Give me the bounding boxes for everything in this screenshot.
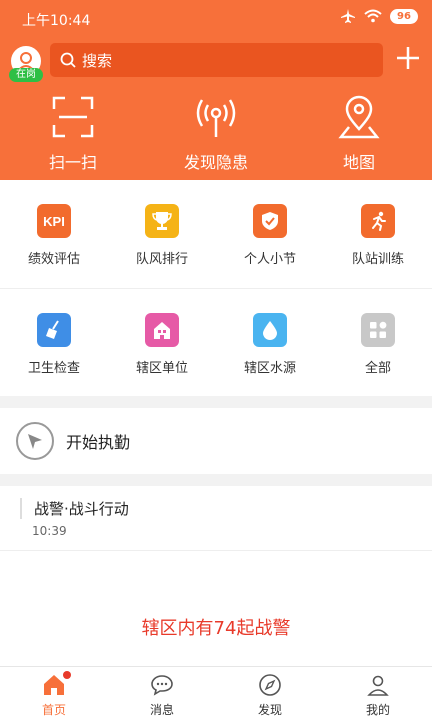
scan-label: 扫一扫 [48, 153, 97, 172]
alert-count-text[interactable]: 辖区内有74起战警 [0, 614, 432, 640]
feed-item-title[interactable]: 战警·战斗行动 [20, 498, 129, 519]
grid-item-label: 队风排行 [135, 252, 188, 267]
search-bar[interactable]: 搜索 [50, 43, 383, 77]
person-icon [367, 675, 389, 696]
grid-item-label: 辖区水源 [243, 361, 296, 376]
report-hazard-button[interactable]: 发现隐患 [151, 95, 281, 173]
grid-item-label: 卫生检查 [27, 361, 80, 376]
profile-avatar[interactable]: 在岗 [9, 46, 43, 86]
grid-item-label: 辖区单位 [135, 361, 188, 376]
scan-icon [52, 96, 94, 138]
badge-icon [253, 204, 287, 238]
kpi-icon: KPI [37, 204, 71, 238]
tab-label: 我的 [365, 703, 390, 717]
grid-item-label: 个人小节 [243, 252, 296, 267]
wifi-icon [364, 9, 382, 23]
alert-feed: 战警·战斗行动 10:39 辖区内有74起战警 [0, 486, 432, 666]
start-duty-button[interactable]: 开始执勤 [0, 408, 432, 474]
kpi-icon-text: KPI [43, 213, 65, 229]
grid-item-hygiene-check[interactable]: 卫生检查 [0, 289, 108, 397]
broom-icon [37, 313, 71, 347]
running-icon [361, 204, 395, 238]
divider [0, 550, 432, 551]
water-drop-icon [253, 313, 287, 347]
report-hazard-label: 发现隐患 [183, 153, 248, 172]
grid-item-label: 绩效评估 [27, 252, 80, 267]
search-icon [60, 52, 76, 68]
duty-status-badge: 在岗 [9, 68, 43, 82]
grid-item-all[interactable]: 全部 [324, 289, 432, 397]
apps-icon [361, 313, 395, 347]
grid-item-water-sources[interactable]: 辖区水源 [216, 289, 324, 397]
tab-discover[interactable]: 发现 [216, 667, 324, 720]
start-duty-label: 开始执勤 [66, 433, 131, 452]
signal-tower-icon [196, 99, 236, 137]
grid-item-personal-summary[interactable]: 个人小节 [216, 180, 324, 288]
feature-grid: KPI 绩效评估 队风排行 个人小节 队站训练 卫生检查 辖区单位 辖区水源 全… [0, 180, 432, 396]
trophy-icon [145, 204, 179, 238]
tab-label: 首页 [41, 703, 66, 717]
tab-home[interactable]: 首页 [0, 667, 108, 720]
scan-button[interactable]: 扫一扫 [8, 95, 138, 173]
notification-dot [63, 671, 71, 679]
grid-item-label: 队站训练 [351, 252, 404, 267]
grid-item-jurisdiction-units[interactable]: 辖区单位 [108, 289, 216, 397]
airplane-icon [341, 9, 355, 23]
tab-label: 发现 [257, 703, 282, 717]
feed-item-time: 10:39 [32, 524, 67, 538]
status-icons: 96 [340, 8, 418, 24]
status-bar: 上午10:44 96 [0, 0, 432, 36]
tab-label: 消息 [149, 703, 174, 717]
map-label: 地图 [342, 153, 375, 172]
tab-profile[interactable]: 我的 [324, 667, 432, 720]
grid-item-label: 全部 [364, 361, 391, 376]
status-time: 上午10:44 [22, 13, 91, 29]
navigation-arrow-icon [16, 422, 54, 460]
map-pin-icon [338, 95, 380, 139]
tab-messages[interactable]: 消息 [108, 667, 216, 720]
grid-item-station-training[interactable]: 队站训练 [324, 180, 432, 288]
feature-grid-row: KPI 绩效评估 队风排行 个人小节 队站训练 [0, 180, 432, 288]
chat-bubble-icon [151, 675, 173, 696]
header-area: 上午10:44 96 在岗 搜索 扫一扫 发现隐患 地图 [0, 0, 432, 180]
map-button[interactable]: 地图 [294, 95, 424, 173]
compass-icon [259, 674, 281, 696]
grid-item-team-ranking[interactable]: 队风排行 [108, 180, 216, 288]
feature-grid-row: 卫生检查 辖区单位 辖区水源 全部 [0, 288, 432, 396]
add-icon[interactable] [394, 44, 422, 72]
building-icon [145, 313, 179, 347]
search-placeholder: 搜索 [82, 51, 113, 70]
bottom-tab-bar: 首页 消息 发现 我的 [0, 666, 432, 720]
grid-item-performance[interactable]: KPI 绩效评估 [0, 180, 108, 288]
battery-indicator: 96 [390, 8, 418, 24]
